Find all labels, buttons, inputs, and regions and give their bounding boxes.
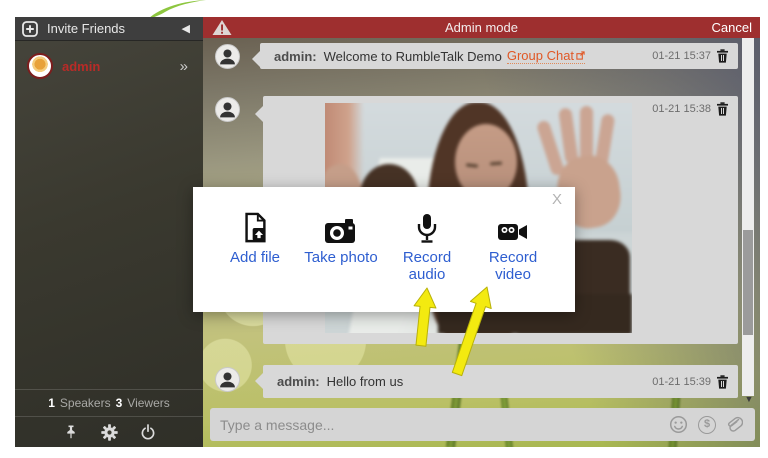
admin-mode-title: Admin mode [203, 20, 760, 35]
invite-friends-label: Invite Friends [47, 21, 125, 36]
take-photo-button[interactable]: Take photo [298, 211, 384, 284]
speakers-count: 1 [48, 396, 55, 410]
message-meta: 01-21 15:38 [652, 96, 729, 122]
delete-message-icon[interactable] [716, 102, 729, 116]
record-video-button[interactable]: Record video [470, 211, 556, 284]
message-avatar [215, 44, 240, 69]
viewers-label: Viewers [127, 396, 169, 410]
message-author: admin: [277, 374, 320, 389]
record-audio-label: Record audio [399, 249, 455, 284]
viewers-count: 3 [116, 396, 123, 410]
message-time: 01-21 15:39 [652, 376, 711, 388]
message-composer: $ [210, 408, 755, 441]
admin-mode-header: Admin mode Cancel [203, 17, 760, 38]
external-link-icon [576, 51, 585, 60]
pin-icon[interactable] [63, 424, 79, 440]
share-options: Add file Take photo [193, 187, 575, 284]
settings-gear-icon[interactable] [101, 424, 118, 441]
admin-username: admin [62, 59, 100, 74]
invite-friends-button[interactable]: Invite Friends ◀ [15, 17, 203, 41]
message-text: Hello from us [327, 374, 404, 389]
chat-message: admin: Welcome to RumbleTalk Demo Group … [260, 43, 738, 69]
record-audio-button[interactable]: Record audio [384, 211, 470, 284]
sidebar-user-admin[interactable]: admin » [15, 44, 203, 88]
add-file-label: Add file [212, 249, 298, 266]
plus-icon [22, 21, 38, 37]
share-media-modal: X Add file [193, 187, 575, 312]
group-chat-link[interactable]: Group Chat [507, 48, 585, 64]
cancel-button[interactable]: Cancel [712, 20, 752, 35]
message-author: admin: [274, 49, 317, 64]
attach-paperclip-icon[interactable] [726, 416, 743, 434]
user-expand-icon[interactable]: » [180, 58, 187, 75]
scroll-down-icon[interactable]: ▼ [743, 394, 755, 404]
message-time: 01-21 15:37 [652, 50, 711, 62]
record-video-label: Record video [485, 249, 541, 284]
delete-message-icon[interactable] [716, 375, 729, 389]
message-meta: 01-21 15:39 [652, 365, 729, 398]
microphone-icon [384, 211, 470, 244]
close-icon[interactable]: X [552, 191, 562, 208]
online-stats: 1 Speakers 3 Viewers [15, 389, 203, 416]
payment-dollar-icon[interactable]: $ [698, 416, 716, 434]
chat-message: admin: Hello from us 01-21 15:39 [263, 365, 738, 398]
sidebar-footer-toolbar [15, 416, 203, 447]
logout-power-icon[interactable] [140, 424, 156, 440]
rumbletalk-chat-window: Invite Friends ◀ admin » 1 Speakers 3 Vi… [0, 0, 768, 458]
video-camera-icon [470, 211, 556, 244]
sidebar-collapse-icon[interactable]: ◀ [182, 22, 190, 35]
message-text: Welcome to RumbleTalk Demo [324, 49, 502, 64]
message-avatar [215, 97, 240, 122]
camera-icon [298, 211, 384, 244]
add-file-button[interactable]: Add file [212, 211, 298, 284]
take-photo-label: Take photo [298, 249, 384, 266]
file-upload-icon [212, 211, 298, 244]
delete-message-icon[interactable] [716, 49, 729, 63]
chat-scrollbar[interactable] [742, 38, 754, 396]
message-time: 01-21 15:38 [652, 103, 711, 115]
sidebar: Invite Friends ◀ admin » 1 Speakers 3 Vi… [15, 17, 203, 447]
speakers-label: Speakers [60, 396, 111, 410]
message-avatar [215, 367, 240, 392]
message-input[interactable] [210, 408, 669, 441]
admin-avatar [27, 53, 53, 79]
emoji-smiley-icon[interactable] [669, 415, 688, 434]
scrollbar-thumb[interactable] [743, 230, 753, 335]
group-chat-link-label: Group Chat [507, 48, 574, 63]
message-meta: 01-21 15:37 [652, 43, 729, 69]
